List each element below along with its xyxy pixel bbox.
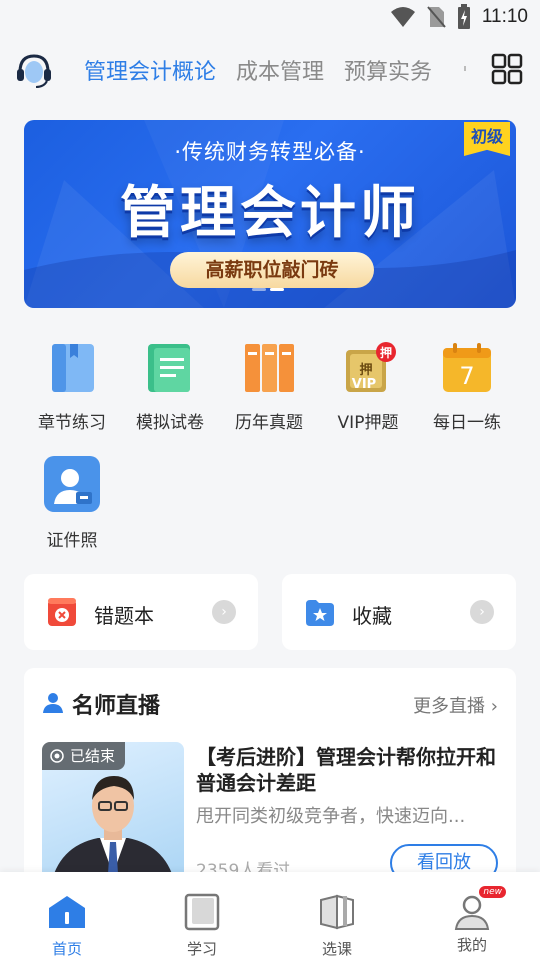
- chevron-right-icon: ›: [212, 600, 236, 624]
- bottom-nav: 首页 学习 选课 new 我的: [0, 872, 540, 960]
- nav-home[interactable]: 首页: [27, 892, 107, 959]
- live-section-title: 名师直播: [72, 694, 161, 719]
- wrong-book-icon: [48, 598, 76, 626]
- vip-badge-text: 押: [380, 345, 392, 360]
- mock-exam-button[interactable]: 模拟试卷: [120, 340, 220, 433]
- battery-charging-icon: [457, 4, 470, 29]
- chapter-practice-button[interactable]: 章节练习: [22, 340, 122, 433]
- nav-profile[interactable]: new 我的: [432, 886, 512, 955]
- grid-menu-icon[interactable]: [490, 52, 524, 86]
- live-thumbnail[interactable]: 已结束: [42, 742, 184, 888]
- live-course-description: 甩开同类初级竞争者，快速迈向...: [196, 806, 466, 827]
- record-icon: [50, 749, 64, 763]
- id-photo-button[interactable]: 证件照: [22, 454, 122, 551]
- favorites-card[interactable]: 收藏 ›: [282, 574, 516, 650]
- live-course-title[interactable]: 【考后进阶】管理会计帮你拉开和普通会计差距: [196, 744, 498, 796]
- nav-home-label: 首页: [51, 940, 82, 958]
- wrong-questions-card[interactable]: 错题本 ›: [24, 574, 258, 650]
- vip-predict-label: VIP押题: [337, 413, 399, 433]
- more-live-label: 更多直播: [413, 696, 486, 717]
- promo-banner[interactable]: ·传统财务转型必备· 管理会计师 高薪职位敲门砖 初级: [24, 120, 516, 308]
- top-nav: 管理会计概论 成本管理 预算实务: [0, 44, 540, 96]
- daily-practice-button[interactable]: 7 每日一练: [417, 340, 517, 433]
- nav-study-label: 学习: [186, 940, 217, 958]
- nav-profile-label: 我的: [456, 936, 487, 954]
- vip-predict-button[interactable]: 押 VIP 押 VIP押题: [318, 340, 418, 433]
- svg-text:押: 押: [359, 362, 372, 378]
- status-bar: 11:10: [0, 0, 540, 36]
- wifi-icon: [390, 7, 415, 27]
- id-photo-icon: [44, 456, 100, 512]
- mock-exam-label: 模拟试卷: [136, 413, 204, 433]
- no-sim-icon: [427, 6, 446, 28]
- vip-scroll-icon: 押 VIP 押: [346, 342, 396, 392]
- tab-scroll-indicator: [464, 66, 466, 71]
- customer-service-icon[interactable]: [14, 50, 54, 90]
- chapter-practice-label: 章节练习: [38, 413, 106, 433]
- daily-practice-label: 每日一练: [433, 413, 501, 433]
- chevron-right-icon: ›: [470, 600, 494, 624]
- status-badge-label: 已结束: [70, 747, 116, 765]
- favorites-icon: [306, 600, 334, 626]
- more-live-link[interactable]: 更多直播 ›: [413, 692, 498, 718]
- banner-title: 管理会计师: [120, 181, 420, 246]
- study-book-icon: [184, 893, 220, 931]
- id-photo-label: 证件照: [46, 531, 98, 551]
- tab-management-accounting-intro[interactable]: 管理会计概论: [84, 54, 216, 86]
- status-badge: 已结束: [42, 742, 126, 770]
- courses-icon: [320, 894, 354, 930]
- carousel-indicator: [252, 288, 284, 291]
- books-icon: [245, 344, 294, 392]
- live-section: 名师直播 更多直播 › 已结束 【考后进阶】管理会计帮你拉开和普通会计差距 甩开…: [24, 668, 516, 888]
- banner-subtitle: ·传统财务转型必备·: [174, 140, 366, 164]
- nav-courses[interactable]: 选课: [297, 892, 377, 959]
- banner-pill: 高薪职位敲门砖: [170, 252, 374, 288]
- past-exams-button[interactable]: 历年真题: [219, 340, 319, 433]
- profile-icon-wrap: new: [452, 886, 506, 932]
- paper-icon: [148, 344, 190, 392]
- new-badge: new: [479, 886, 506, 898]
- chevron-right-icon: ›: [490, 696, 498, 717]
- calendar-number: 7: [459, 362, 474, 390]
- profile-icon: [454, 895, 490, 930]
- favorites-label: 收藏: [352, 604, 392, 628]
- wrong-book-label: 错题本: [94, 604, 154, 628]
- book-icon: [52, 344, 94, 392]
- clock: 11:10: [481, 6, 528, 27]
- tab-cost-management[interactable]: 成本管理: [236, 54, 324, 86]
- status-icons: 11:10: [390, 4, 528, 30]
- carousel-dot-active: [270, 288, 284, 291]
- calendar-icon: 7: [443, 343, 491, 392]
- course-tabs: 管理会计概论 成本管理 预算实务: [84, 54, 432, 86]
- tab-budget-practice[interactable]: 预算实务: [344, 54, 432, 86]
- nav-study[interactable]: 学习: [162, 892, 242, 959]
- teacher-icon: [43, 693, 63, 713]
- home-icon: [49, 896, 85, 928]
- svg-text:VIP: VIP: [352, 377, 376, 392]
- past-exams-label: 历年真题: [235, 413, 303, 433]
- nav-courses-label: 选课: [321, 940, 352, 958]
- carousel-dot: [252, 288, 266, 291]
